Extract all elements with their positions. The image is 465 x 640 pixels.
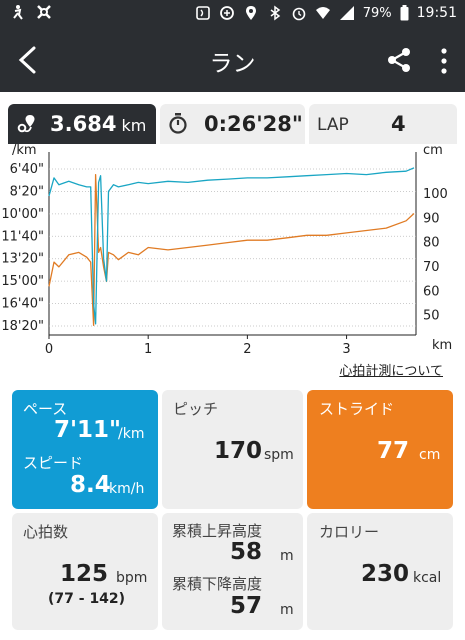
ascent-unit: m	[280, 548, 294, 564]
chart-svg: 6'40" 8'20" 10'00" 11'40" 13'20" 15'00" 16'40"…	[1, 143, 452, 357]
speed-label: スピード	[23, 454, 84, 472]
ascent-label: 累積上昇高度	[172, 522, 263, 540]
left-tick-label: 11'40"	[1, 229, 44, 244]
stride-tile[interactable]: ストライド 77 cm	[307, 390, 453, 509]
pace-label: ペース	[23, 400, 68, 418]
time-box: 0:26'28"	[160, 104, 305, 144]
summary-bar: 3.684 km 0:26'28" LAP 4	[0, 92, 465, 144]
stopwatch-icon	[169, 113, 187, 134]
x-axis-unit: km	[432, 338, 452, 353]
pitch-label: ピッチ	[173, 400, 219, 418]
more-options-icon[interactable]	[439, 48, 449, 74]
status-bar: 79% 19:51	[0, 0, 465, 30]
pace-value: 7'11"	[54, 417, 122, 443]
battery-percent: 79%	[362, 5, 392, 21]
clock: 19:51	[416, 5, 457, 21]
heart-rate-range: (77 - 142)	[48, 591, 126, 607]
left-tick-label: 6'40"	[10, 162, 44, 177]
pitch-value: 170	[214, 438, 263, 464]
left-tick-label: 16'40"	[1, 297, 44, 312]
pace-speed-tile[interactable]: ペース 7'11" /km スピード 8.4 km/h	[12, 390, 158, 509]
heart-rate-unit: bpm	[116, 570, 148, 586]
lap-box[interactable]: LAP 4	[309, 104, 457, 144]
bluetooth-icon	[270, 5, 280, 21]
right-tick-label: 100	[423, 187, 448, 202]
share-icon[interactable]	[385, 46, 413, 74]
distance-box: 3.684 km	[8, 104, 156, 144]
left-tick-label: 10'00"	[1, 207, 44, 222]
speed-unit: km/h	[109, 481, 145, 497]
ascent-value: 58	[230, 539, 263, 565]
distance-value: 3.684	[50, 112, 117, 136]
descent-label: 累積下降高度	[172, 575, 263, 593]
x-tick-label: 2	[243, 342, 251, 357]
calorie-tile[interactable]: カロリー 230 kcal	[307, 513, 453, 630]
left-tick-label: 13'20"	[1, 252, 44, 267]
calorie-label: カロリー	[319, 523, 380, 541]
heart-rate-tile[interactable]: 心拍数 125 bpm (77 - 142)	[12, 513, 158, 630]
wifi-icon	[315, 7, 330, 19]
heart-rate-value: 125	[60, 561, 109, 587]
lap-value: 4	[391, 112, 406, 136]
alarm-icon	[292, 7, 306, 21]
lap-label: LAP	[317, 115, 349, 135]
route-icon	[17, 115, 35, 133]
left-axis-unit: /km	[12, 143, 37, 158]
x-tick-label: 0	[45, 342, 53, 357]
pace-unit: /km	[118, 426, 145, 442]
right-tick-label: 70	[423, 260, 440, 275]
location-icon	[245, 6, 256, 20]
calorie-unit: kcal	[413, 570, 442, 586]
left-tick-label: 18'20"	[1, 319, 44, 334]
time-value: 0:26'28"	[204, 112, 303, 136]
battery-icon	[400, 5, 409, 21]
left-tick-label: 15'00"	[1, 274, 44, 289]
running-app-icon	[13, 5, 23, 20]
x-tick-label: 3	[342, 342, 350, 357]
x-tick-label: 1	[144, 342, 152, 357]
calorie-value: 230	[361, 561, 410, 587]
app-bar: ラン	[0, 30, 465, 92]
signal-icon	[339, 6, 354, 20]
nfc-icon	[195, 6, 210, 20]
pitch-unit: spm	[264, 447, 294, 463]
heart-rate-info-link[interactable]: 心拍計測について	[339, 360, 443, 379]
right-tick-label: 60	[423, 284, 440, 299]
heart-rate-label: 心拍数	[23, 523, 69, 541]
pace-stride-chart: 6'40" 8'20" 10'00" 11'40" 13'20" 15'00" 16'40"…	[0, 142, 465, 377]
tools-icon	[37, 5, 51, 19]
speed-value: 8.4	[70, 472, 111, 498]
elevation-tile[interactable]: 累積上昇高度 58 m 累積下降高度 57 m	[162, 513, 303, 630]
pitch-tile[interactable]: ピッチ 170 spm	[162, 390, 303, 509]
left-tick-label: 8'20"	[10, 184, 44, 199]
right-axis-unit: cm	[423, 143, 443, 158]
right-tick-label: 50	[423, 309, 440, 324]
data-saver-icon	[219, 6, 234, 20]
stride-value: 77	[377, 438, 410, 464]
distance-unit: km	[121, 116, 147, 135]
stride-label: ストライド	[319, 400, 395, 418]
descent-value: 57	[230, 593, 263, 619]
descent-unit: m	[280, 602, 294, 618]
stride-unit: cm	[419, 447, 441, 463]
right-tick-label: 80	[423, 236, 440, 251]
right-tick-label: 90	[423, 211, 440, 226]
